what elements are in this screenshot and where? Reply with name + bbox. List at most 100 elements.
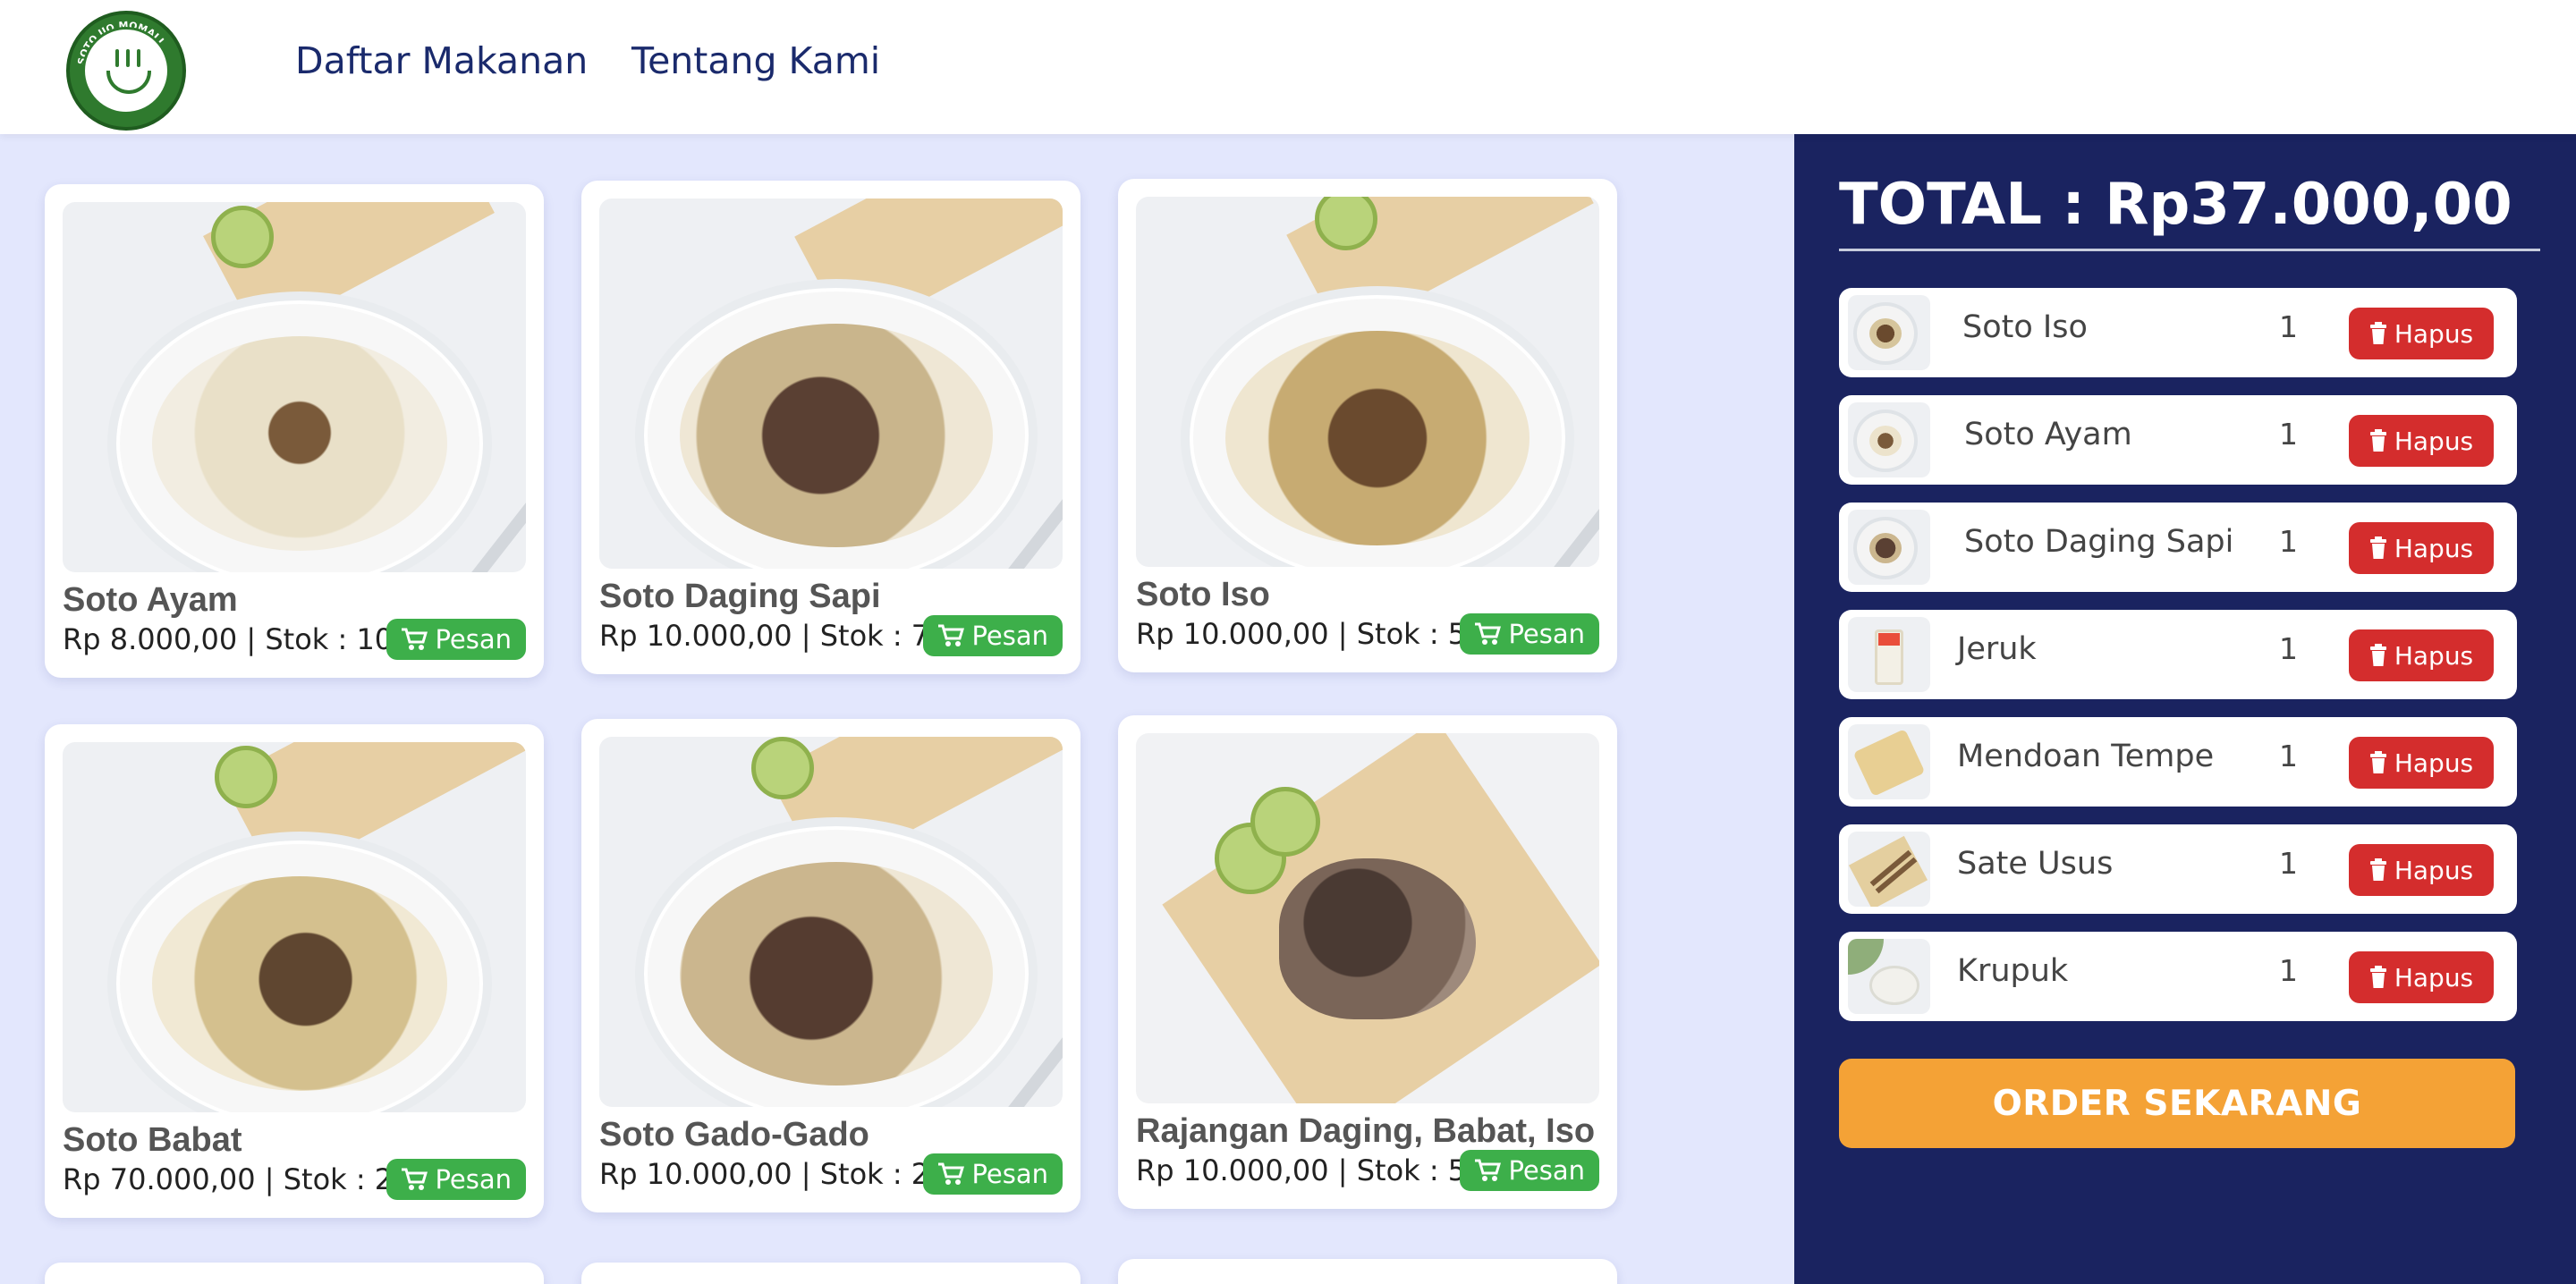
menu-card	[1118, 1259, 1617, 1284]
bowl	[635, 817, 1038, 1107]
menu-item-name: Soto Ayam	[63, 581, 238, 619]
cart-icon	[1475, 622, 1502, 645]
lime	[751, 737, 814, 799]
cart-icon	[938, 1162, 965, 1185]
menu-card: Soto Babat Rp 70.000,00 | Stok : 20 Pesa…	[45, 724, 544, 1218]
menu-card: Soto Gado-Gado Rp 10.000,00 | Stok : 25 …	[581, 719, 1080, 1212]
cart-item-qty: 1	[2279, 309, 2298, 344]
bowl	[635, 279, 1038, 569]
menu-card: Soto Ayam Rp 8.000,00 | Stok : 100 Pesan	[45, 184, 544, 678]
hapus-button[interactable]: Hapus	[2349, 522, 2494, 574]
pesan-button[interactable]: Pesan	[923, 1153, 1063, 1195]
menu-item-name: Soto Iso	[1136, 576, 1270, 613]
hapus-label: Hapus	[2394, 855, 2474, 885]
trash-icon	[2369, 966, 2386, 988]
cart-icon	[402, 628, 428, 650]
menu-item-price-stock: Rp 8.000,00 | Stok : 100	[63, 622, 411, 656]
cart-item: Soto Ayam 1 Hapus	[1839, 395, 2517, 485]
cart-item-qty: 1	[2279, 846, 2298, 881]
cart-item: Soto Iso 1 Hapus	[1839, 288, 2517, 377]
pesan-label: Pesan	[971, 621, 1048, 651]
lime	[215, 746, 277, 808]
cart-item-name: Mendoan Tempe	[1957, 739, 2215, 774]
hapus-button[interactable]: Hapus	[2349, 415, 2494, 467]
menu-item-name: Soto Daging Sapi	[599, 578, 881, 615]
lime	[1250, 787, 1320, 857]
top-navbar: SOTO IJO MOMALI Daftar Makanan Tentang K…	[0, 0, 2576, 134]
soto-daging-sapi-photo	[599, 199, 1063, 569]
bowl	[1181, 286, 1574, 567]
menu-item-name: Rajangan Daging, Babat, Iso	[1136, 1112, 1596, 1150]
hapus-label: Hapus	[2394, 640, 2474, 671]
trash-icon	[2369, 751, 2386, 773]
cart-panel: TOTAL : Rp37.000,00 Soto Iso 1 Hapus Sot…	[1794, 134, 2576, 1284]
cart-item-thumbnail	[1848, 617, 1930, 692]
trash-icon	[2369, 644, 2386, 666]
soto-iso-photo	[1136, 197, 1599, 567]
soto-ayam-photo	[63, 202, 526, 572]
trash-icon	[2369, 322, 2386, 344]
hapus-button[interactable]: Hapus	[2349, 951, 2494, 1003]
nav-daftar-makanan[interactable]: Daftar Makanan	[295, 39, 588, 82]
cart-icon	[1475, 1159, 1502, 1181]
steam-icon	[115, 49, 119, 67]
soto-ijo-momali-logo[interactable]: SOTO IJO MOMALI	[66, 11, 186, 131]
cart-icon	[402, 1168, 428, 1190]
cart-item-qty: 1	[2279, 417, 2298, 452]
hapus-label: Hapus	[2394, 748, 2474, 778]
hapus-button[interactable]: Hapus	[2349, 629, 2494, 681]
rajangan-photo	[1136, 733, 1599, 1103]
cart-item-thumbnail	[1848, 939, 1930, 1014]
pesan-label: Pesan	[1508, 1155, 1585, 1186]
cart-item-thumbnail	[1848, 832, 1930, 907]
pesan-label: Pesan	[435, 624, 512, 655]
cart-item-name: Jeruk	[1957, 631, 2037, 667]
logo-ring	[82, 27, 170, 114]
steam-icon	[137, 49, 140, 67]
cart-item-name: Soto Ayam	[1964, 417, 2132, 452]
bowl-icon	[106, 71, 151, 94]
hapus-label: Hapus	[2394, 426, 2474, 456]
hapus-button[interactable]: Hapus	[2349, 308, 2494, 359]
cart-total: TOTAL : Rp37.000,00	[1839, 172, 2512, 238]
pesan-button[interactable]: Pesan	[1460, 1150, 1599, 1191]
menu-card	[581, 1263, 1080, 1284]
lime	[211, 206, 274, 268]
cart-item-thumbnail	[1848, 295, 1930, 370]
cart-item: Sate Usus 1 Hapus	[1839, 824, 2517, 914]
cart-item-name: Soto Daging Sapi	[1964, 524, 2234, 560]
pesan-button[interactable]: Pesan	[923, 615, 1063, 656]
menu-item-price-stock: Rp 10.000,00 | Stok : 70	[599, 619, 948, 653]
menu-item-price-stock: Rp 10.000,00 | Stok : 25	[599, 1157, 948, 1191]
menu-item-price-stock: Rp 10.000,00 | Stok : 50	[1136, 617, 1485, 651]
menu-item-price-stock: Rp 70.000,00 | Stok : 20	[63, 1162, 411, 1196]
pesan-button[interactable]: Pesan	[1460, 613, 1599, 655]
hapus-label: Hapus	[2394, 962, 2474, 993]
divider	[1839, 249, 2540, 251]
nav-tentang-kami[interactable]: Tentang Kami	[631, 39, 880, 82]
cart-item-name: Soto Iso	[1962, 309, 2088, 345]
menu-card	[45, 1263, 544, 1284]
trash-icon	[2369, 536, 2386, 559]
cart-item-qty: 1	[2279, 524, 2298, 559]
soto-babat-photo	[63, 742, 526, 1112]
pesan-button[interactable]: Pesan	[386, 619, 526, 660]
menu-item-name: Soto Babat	[63, 1121, 242, 1159]
pesan-label: Pesan	[1508, 619, 1585, 649]
trash-icon	[2369, 858, 2386, 881]
order-sekarang-button[interactable]: ORDER SEKARANG	[1839, 1059, 2515, 1148]
pesan-button[interactable]: Pesan	[386, 1159, 526, 1200]
cart-item-qty: 1	[2279, 631, 2298, 666]
steam-icon	[126, 49, 130, 67]
cart-item-name: Krupuk	[1957, 953, 2069, 989]
menu-item-price-stock: Rp 10.000,00 | Stok : 50	[1136, 1153, 1485, 1187]
trash-icon	[2369, 429, 2386, 452]
hapus-button[interactable]: Hapus	[2349, 737, 2494, 789]
cart-item-name: Sate Usus	[1957, 846, 2114, 882]
hapus-button[interactable]: Hapus	[2349, 844, 2494, 896]
hapus-label: Hapus	[2394, 318, 2474, 349]
cart-icon	[938, 624, 965, 646]
hapus-label: Hapus	[2394, 533, 2474, 563]
cart-item-qty: 1	[2279, 739, 2298, 773]
cart-item: Jeruk 1 Hapus	[1839, 610, 2517, 699]
